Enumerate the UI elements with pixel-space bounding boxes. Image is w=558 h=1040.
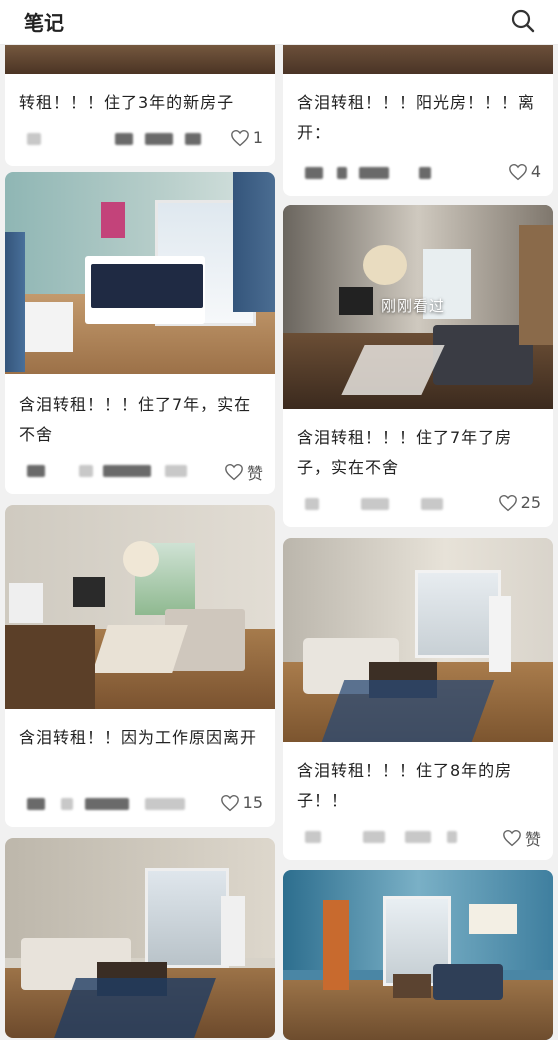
note-title: 含泪转租！！因为工作原因离开 bbox=[19, 728, 258, 747]
note-title: 转租！！！住了3年的新房子 bbox=[19, 93, 235, 112]
note-title: 含泪转租！！！住了7年，实在不舍 bbox=[19, 395, 252, 444]
like-count: 25 bbox=[520, 493, 541, 512]
blurred-author bbox=[405, 831, 431, 843]
note-title: 含泪转租！！！住了7年了房子，实在不舍 bbox=[297, 428, 513, 477]
note-image bbox=[283, 870, 553, 1040]
note-card[interactable]: 转租！！！住了3年的新房子 1 bbox=[5, 30, 275, 166]
blurred-author bbox=[27, 465, 45, 477]
blurred-author bbox=[337, 167, 347, 179]
note-meta: 赞 bbox=[297, 826, 541, 850]
note-card[interactable]: 含泪转租！！！阳光房！！！离开： 4 bbox=[283, 30, 553, 196]
like-button[interactable]: 赞 bbox=[224, 460, 263, 484]
blurred-author bbox=[419, 167, 431, 179]
note-card[interactable]: 含泪转租！！因为工作原因离开 15 bbox=[5, 505, 275, 827]
like-button[interactable]: 赞 bbox=[502, 826, 541, 850]
like-count: 15 bbox=[242, 793, 263, 812]
like-button[interactable]: 15 bbox=[220, 793, 263, 812]
note-title: 含泪转租！！！阳光房！！！离开： bbox=[297, 93, 536, 142]
like-button[interactable]: 25 bbox=[498, 493, 541, 512]
search-icon[interactable] bbox=[510, 8, 536, 34]
heart-icon bbox=[225, 463, 243, 481]
like-count: 1 bbox=[252, 128, 263, 147]
page-title: 笔记 bbox=[24, 11, 64, 35]
blurred-author bbox=[61, 798, 73, 810]
note-meta: 4 bbox=[297, 162, 541, 184]
note-image bbox=[5, 838, 275, 1038]
heart-icon bbox=[230, 129, 249, 146]
note-meta: 1 bbox=[19, 128, 263, 150]
note-meta: 15 bbox=[19, 793, 263, 815]
heart-icon bbox=[508, 163, 527, 180]
note-title: 含泪转租！！！住了8年的房子！！ bbox=[297, 761, 513, 810]
note-card[interactable] bbox=[5, 838, 275, 1038]
blurred-author bbox=[359, 167, 389, 179]
note-meta: 25 bbox=[297, 493, 541, 515]
heart-icon bbox=[220, 794, 239, 811]
blurred-author bbox=[27, 798, 45, 810]
blurred-author bbox=[145, 133, 173, 145]
blurred-author bbox=[305, 498, 319, 510]
note-card[interactable]: 含泪转租！！！住了7年，实在不舍 赞 bbox=[5, 172, 275, 494]
blurred-author bbox=[165, 465, 187, 477]
recently-viewed-badge: 刚刚看过 bbox=[381, 297, 446, 315]
blurred-author bbox=[363, 831, 385, 843]
blurred-author bbox=[361, 498, 389, 510]
blurred-author bbox=[421, 498, 443, 510]
blurred-author bbox=[305, 831, 321, 843]
blurred-author bbox=[103, 465, 151, 477]
blurred-author bbox=[79, 465, 93, 477]
note-image bbox=[283, 538, 553, 742]
blurred-author bbox=[185, 133, 201, 145]
heart-icon bbox=[503, 829, 521, 847]
blurred-author bbox=[27, 133, 41, 145]
note-image bbox=[5, 505, 275, 709]
note-card[interactable]: 刚刚看过 含泪转租！！！住了7年了房子，实在不舍 25 bbox=[283, 205, 553, 527]
blurred-author bbox=[305, 167, 323, 179]
like-count: 赞 bbox=[524, 830, 541, 849]
note-image bbox=[5, 172, 275, 374]
note-card[interactable] bbox=[283, 870, 553, 1040]
note-card[interactable]: 含泪转租！！！住了8年的房子！！ 赞 bbox=[283, 538, 553, 860]
blurred-author bbox=[447, 831, 457, 843]
blurred-author bbox=[85, 798, 129, 810]
like-count: 赞 bbox=[246, 464, 263, 483]
like-count: 4 bbox=[530, 162, 541, 181]
top-bar: 笔记 bbox=[0, 0, 558, 45]
like-button[interactable]: 1 bbox=[230, 128, 263, 147]
blurred-author bbox=[115, 133, 133, 145]
heart-icon bbox=[498, 494, 517, 511]
note-meta: 赞 bbox=[19, 460, 263, 484]
like-button[interactable]: 4 bbox=[508, 162, 541, 181]
blurred-author bbox=[145, 798, 185, 810]
